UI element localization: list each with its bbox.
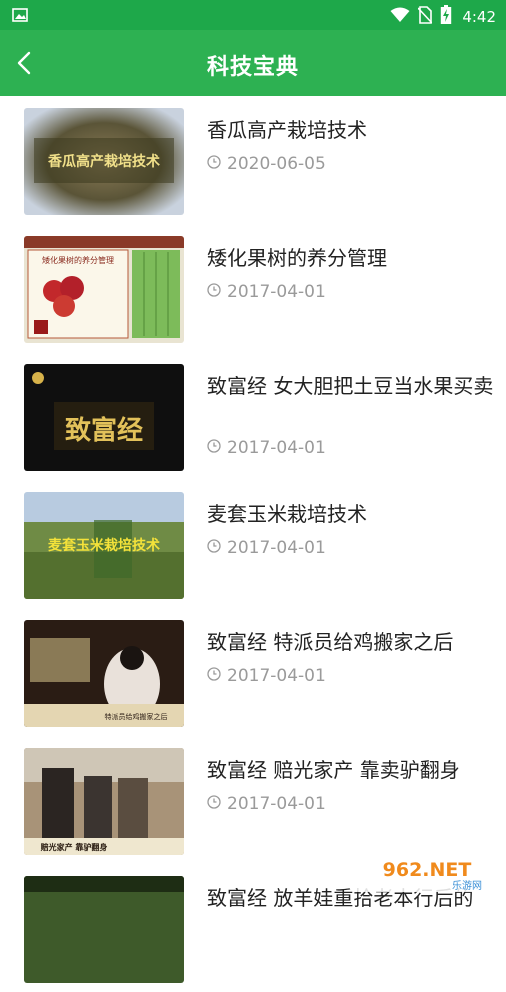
clock-icon — [207, 154, 221, 174]
thumbnail-caption: 赔光家产 靠驴翻身 — [40, 842, 108, 852]
item-title[interactable]: 致富经 女大胆把土豆当水果买卖 — [207, 374, 497, 399]
video-thumbnail[interactable]: 赔光家产 靠驴翻身 — [24, 748, 184, 855]
video-thumbnail[interactable]: 致富经 — [24, 364, 184, 471]
thumbnail-caption: 特派员给鸡搬家之后 — [105, 712, 168, 721]
thumbnail-caption: 香瓜高产栽培技术 — [47, 153, 160, 170]
gallery-notification-icon — [12, 7, 28, 26]
status-time: 4:42 — [462, 8, 496, 26]
video-thumbnail[interactable]: 矮化果树的养分管理 — [24, 236, 184, 343]
date-row: 2020-06-05 — [207, 154, 326, 174]
date-row: 2017-04-01 — [207, 666, 326, 686]
wifi-icon — [390, 7, 410, 27]
thumbnail-caption: 矮化果树的养分管理 — [42, 255, 114, 265]
watermark-text: 962.NET — [383, 859, 472, 881]
battery-charging-icon — [440, 5, 452, 29]
page-title: 科技宝典 — [206, 55, 299, 80]
clock-icon — [207, 282, 221, 302]
item-date: 2017-04-01 — [227, 282, 326, 302]
date-row: 2017-04-01 — [207, 538, 326, 558]
date-row: 2017-04-01 — [207, 438, 326, 458]
item-date: 2017-04-01 — [227, 794, 326, 814]
app-bar: 科技宝典 — [0, 30, 506, 96]
list-item[interactable]: 矮化果树的养分管理 矮化果树的养分管理 2017-04-01 — [0, 224, 506, 352]
watermark-logo: 962.NET 乐游网 — [352, 854, 502, 894]
video-thumbnail[interactable] — [24, 876, 184, 983]
clock-icon — [207, 666, 221, 686]
thumbnail-caption: 麦套玉米栽培技术 — [48, 537, 160, 554]
thumbnail-caption: 致富经 — [65, 415, 143, 446]
video-thumbnail[interactable]: 麦套玉米栽培技术 — [24, 492, 184, 599]
list-item[interactable]: 特派员给鸡搬家之后 致富经 特派员给鸡搬家之后 2017-04-01 — [0, 608, 506, 736]
list-item[interactable]: 麦套玉米栽培技术 麦套玉米栽培技术 2017-04-01 — [0, 480, 506, 608]
no-sim-icon — [417, 6, 433, 28]
clock-icon — [207, 794, 221, 814]
item-date: 2017-04-01 — [227, 538, 326, 558]
item-date: 2020-06-05 — [227, 154, 326, 174]
video-thumbnail[interactable]: 特派员给鸡搬家之后 — [24, 620, 184, 727]
item-title[interactable]: 麦套玉米栽培技术 — [207, 502, 497, 527]
list-item[interactable]: 致富经 致富经 女大胆把土豆当水果买卖 2017-04-01 — [0, 352, 506, 480]
item-title[interactable]: 矮化果树的养分管理 — [207, 246, 497, 271]
item-title[interactable]: 致富经 赔光家产 靠卖驴翻身 — [207, 758, 497, 783]
list-item[interactable]: 赔光家产 靠驴翻身 致富经 赔光家产 靠卖驴翻身 2017-04-01 — [0, 736, 506, 864]
status-bar: 4:42 — [0, 0, 506, 30]
clock-icon — [207, 438, 221, 458]
item-date: 2017-04-01 — [227, 438, 326, 458]
watermark-subtext: 乐游网 — [452, 879, 482, 892]
date-row: 2017-04-01 — [207, 282, 326, 302]
item-title[interactable]: 香瓜高产栽培技术 — [207, 118, 497, 143]
item-date: 2017-04-01 — [227, 666, 326, 686]
clock-icon — [207, 538, 221, 558]
video-thumbnail[interactable]: 香瓜高产栽培技术 — [24, 108, 184, 215]
item-title[interactable]: 致富经 特派员给鸡搬家之后 — [207, 630, 497, 655]
list-item[interactable]: 香瓜高产栽培技术 香瓜高产栽培技术 2020-06-05 — [0, 96, 506, 224]
date-row: 2017-04-01 — [207, 794, 326, 814]
